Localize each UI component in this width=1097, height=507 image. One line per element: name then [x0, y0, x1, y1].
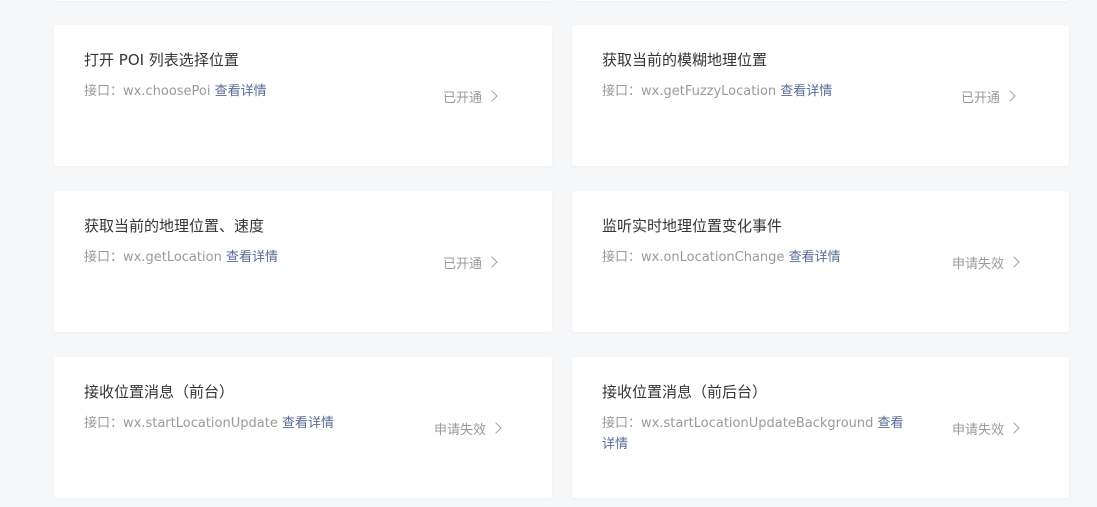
chevron-right-icon [1008, 421, 1020, 434]
status-button[interactable]: 已开通 [443, 87, 498, 106]
api-prefix: 接口： [84, 84, 124, 99]
status-button[interactable]: 申请失效 [952, 419, 1020, 438]
partial-card-left [54, 0, 552, 1]
api-description: 接口：wx.startLocationUpdate 查看详情 [84, 413, 414, 434]
api-description: 接口：wx.startLocationUpdateBackground 查看详情 [602, 413, 907, 455]
chevron-right-icon [486, 89, 498, 102]
api-description: 接口：wx.getFuzzyLocation 查看详情 [602, 81, 932, 102]
api-description: 接口：wx.onLocationChange 查看详情 [602, 247, 932, 268]
partial-card-right [572, 0, 1069, 1]
status-label: 已开通 [443, 91, 483, 106]
permission-card-get-location: 获取当前的地理位置、速度 接口：wx.getLocation 查看详情 已开通 [54, 191, 552, 332]
permission-card-choose-poi: 打开 POI 列表选择位置 接口：wx.choosePoi 查看详情 已开通 [54, 25, 552, 166]
card-title: 接收位置消息（前后台） [602, 383, 768, 401]
api-prefix: 接口： [602, 416, 642, 431]
api-name: wx.onLocationChange [641, 250, 785, 265]
api-name: wx.startLocationUpdateBackground [641, 416, 874, 431]
view-details-link[interactable]: 查看详情 [282, 416, 334, 431]
api-prefix: 接口： [84, 250, 124, 265]
api-prefix: 接口： [602, 250, 642, 265]
card-title: 获取当前的地理位置、速度 [84, 217, 265, 235]
status-label: 申请失效 [434, 423, 487, 438]
status-button[interactable]: 申请失效 [952, 253, 1020, 272]
chevron-right-icon [1008, 255, 1020, 268]
view-details-link[interactable]: 查看详情 [789, 250, 841, 265]
view-details-link[interactable]: 查看详情 [215, 84, 267, 99]
permission-card-get-fuzzy-location: 获取当前的模糊地理位置 接口：wx.getFuzzyLocation 查看详情 … [572, 25, 1069, 166]
chevron-right-icon [486, 255, 498, 268]
permission-card-start-location-update-background: 接收位置消息（前后台） 接口：wx.startLocationUpdateBac… [572, 357, 1069, 498]
status-label: 申请失效 [952, 423, 1005, 438]
status-label: 申请失效 [952, 257, 1005, 272]
card-title: 打开 POI 列表选择位置 [84, 51, 239, 69]
api-name: wx.getFuzzyLocation [641, 84, 777, 99]
chevron-right-icon [490, 421, 502, 434]
api-prefix: 接口： [84, 416, 124, 431]
api-description: 接口：wx.choosePoi 查看详情 [84, 81, 414, 102]
card-title: 接收位置消息（前台） [84, 383, 235, 401]
view-details-link[interactable]: 查看详情 [226, 250, 278, 265]
permission-card-on-location-change: 监听实时地理位置变化事件 接口：wx.onLocationChange 查看详情… [572, 191, 1069, 332]
status-button[interactable]: 已开通 [443, 253, 498, 272]
status-button[interactable]: 已开通 [961, 87, 1016, 106]
api-prefix: 接口： [602, 84, 642, 99]
api-name: wx.getLocation [123, 250, 222, 265]
card-title: 获取当前的模糊地理位置 [602, 51, 768, 69]
status-label: 已开通 [961, 91, 1001, 106]
status-label: 已开通 [443, 257, 483, 272]
card-title: 监听实时地理位置变化事件 [602, 217, 783, 235]
api-name: wx.choosePoi [123, 84, 211, 99]
permission-list: 打开 POI 列表选择位置 接口：wx.choosePoi 查看详情 已开通 获… [0, 0, 1097, 507]
chevron-right-icon [1004, 89, 1016, 102]
api-description: 接口：wx.getLocation 查看详情 [84, 247, 414, 268]
permission-card-start-location-update: 接收位置消息（前台） 接口：wx.startLocationUpdate 查看详… [54, 357, 552, 498]
api-name: wx.startLocationUpdate [123, 416, 278, 431]
view-details-link[interactable]: 查看详情 [780, 84, 832, 99]
status-button[interactable]: 申请失效 [434, 419, 502, 438]
